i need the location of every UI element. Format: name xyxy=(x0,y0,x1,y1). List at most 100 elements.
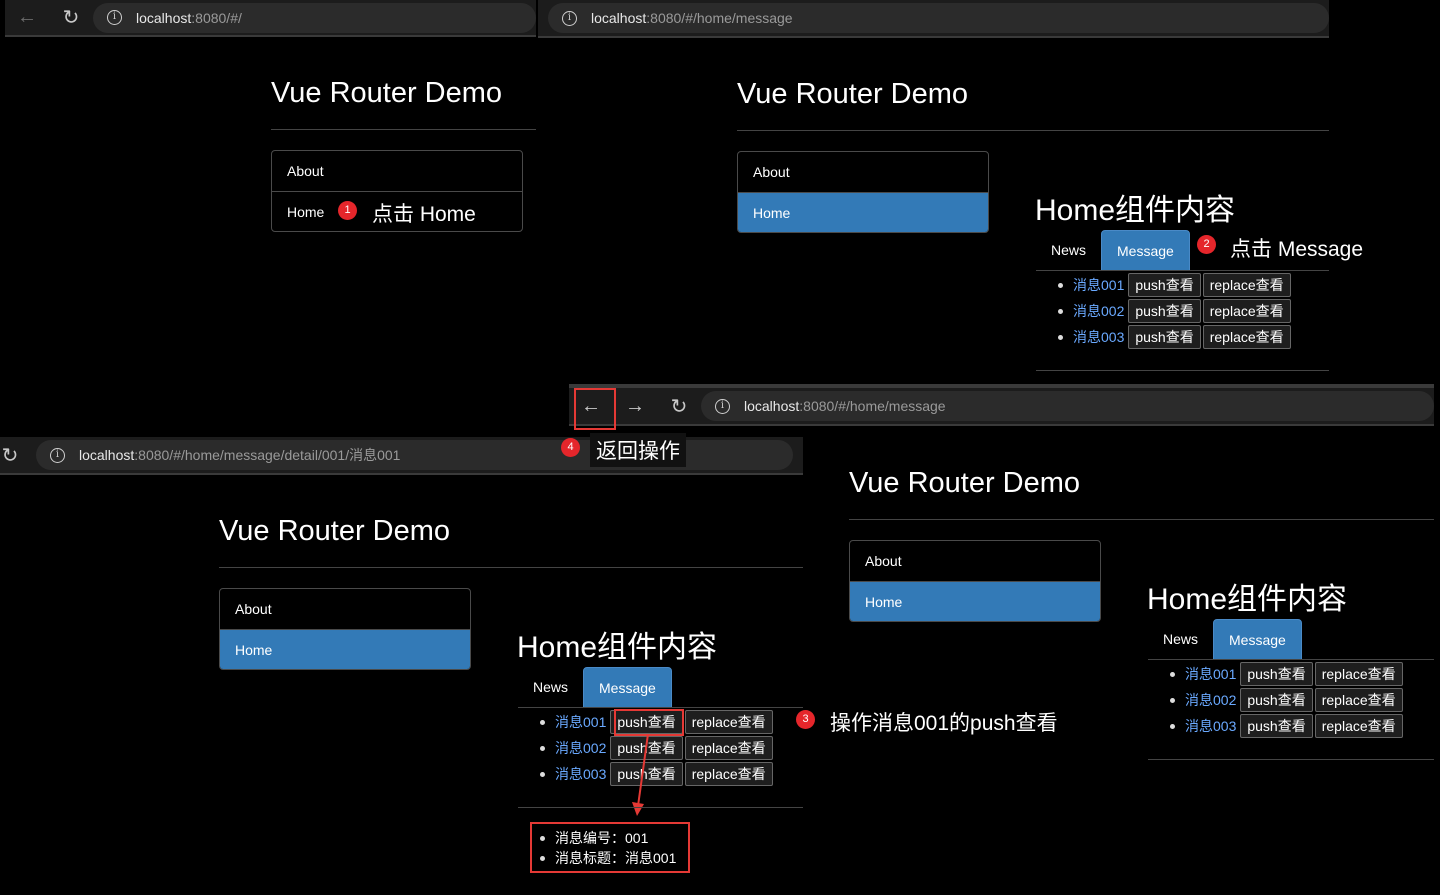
address-bar[interactable]: i localhost:8080/#/ xyxy=(93,2,536,33)
push-button[interactable]: push查看 xyxy=(1128,273,1201,297)
message-link[interactable]: 消息001 xyxy=(1073,275,1124,295)
back-highlight xyxy=(574,388,616,430)
nav-home[interactable]: Home xyxy=(220,629,470,669)
home-tabs: News Message xyxy=(518,667,672,708)
bullet xyxy=(540,745,545,751)
step-badge-3: 3 xyxy=(796,710,815,729)
replace-button[interactable]: replace查看 xyxy=(1202,325,1291,349)
bullet xyxy=(1170,723,1175,729)
replace-button[interactable]: replace查看 xyxy=(1202,273,1291,297)
message-link[interactable]: 消息002 xyxy=(1185,690,1236,710)
message-link[interactable]: 消息002 xyxy=(1073,301,1124,321)
reload-icon: ↻ xyxy=(62,7,80,29)
browser-bar-1: ← ↻ i localhost:8080/#/ xyxy=(5,0,536,37)
url-host: localhost xyxy=(591,10,647,26)
message-link[interactable]: 消息001 xyxy=(555,712,606,732)
info-icon: i xyxy=(50,447,65,463)
tab-news[interactable]: News xyxy=(1148,619,1213,660)
message-list: 消息001push查看replace查看 消息002push查看replace查… xyxy=(1053,272,1293,350)
replace-button[interactable]: replace查看 xyxy=(1314,688,1403,712)
tabs-divider xyxy=(1148,659,1434,660)
replace-button[interactable]: replace查看 xyxy=(684,762,773,786)
divider xyxy=(219,567,803,568)
back-button[interactable]: ← xyxy=(5,0,49,35)
replace-button[interactable]: replace查看 xyxy=(1202,299,1291,323)
nav-home[interactable]: Home xyxy=(850,581,1100,621)
page-title: Vue Router Demo xyxy=(849,467,1081,499)
content-divider xyxy=(1036,370,1329,371)
router-nav: About Home xyxy=(737,151,989,233)
replace-button[interactable]: replace查看 xyxy=(1314,662,1403,686)
url-host: localhost xyxy=(79,447,135,463)
detail-title: 消息标题：消息001 xyxy=(555,850,677,866)
nav-about[interactable]: About xyxy=(850,541,1100,581)
home-tabs: News Message xyxy=(1148,619,1302,660)
url-path: :8080/#/ xyxy=(191,9,242,26)
forward-button[interactable]: → xyxy=(613,388,657,424)
url-path: :8080/#/home/message xyxy=(799,398,946,414)
list-item: 消息003 push查看 replace查看 xyxy=(1053,324,1293,350)
detail-item: 消息编号：001 xyxy=(535,828,676,848)
message-link[interactable]: 消息003 xyxy=(555,764,606,784)
detail-list: 消息编号：001 消息标题：消息001 xyxy=(535,828,676,868)
replace-button[interactable]: replace查看 xyxy=(1314,714,1403,738)
detail-id: 消息编号：001 xyxy=(555,830,649,846)
reload-button[interactable]: ↻ xyxy=(657,388,701,424)
tab-message[interactable]: Message xyxy=(1101,230,1190,271)
reload-button[interactable]: ↻ xyxy=(0,437,20,473)
url-path: :8080/#/home/message/detail/001/消息001 xyxy=(134,447,401,463)
message-link[interactable]: 消息001 xyxy=(1185,664,1236,684)
message-link[interactable]: 消息003 xyxy=(1185,716,1236,736)
home-heading: Home组件内容 xyxy=(1147,583,1348,616)
page-title: Vue Router Demo xyxy=(271,77,503,109)
tab-message[interactable]: Message xyxy=(583,667,672,708)
tab-message[interactable]: Message xyxy=(1213,619,1302,660)
push-button[interactable]: push查看 xyxy=(1240,662,1313,686)
nav-about[interactable]: About xyxy=(272,151,522,191)
info-icon: i xyxy=(715,398,730,414)
browser-bar-2: i localhost:8080/#/home/message xyxy=(538,0,1329,38)
home-heading: Home组件内容 xyxy=(517,631,718,664)
content-divider xyxy=(518,807,803,808)
replace-button[interactable]: replace查看 xyxy=(684,736,773,760)
divider xyxy=(849,519,1434,520)
step-note-1: 点击 Home xyxy=(372,203,476,226)
url-path: :8080/#/home/message xyxy=(646,10,793,26)
message-link[interactable]: 消息003 xyxy=(1073,327,1124,347)
info-icon: i xyxy=(562,10,577,26)
nav-about[interactable]: About xyxy=(220,589,470,629)
reload-button[interactable]: ↻ xyxy=(49,0,93,35)
tab-news[interactable]: News xyxy=(1036,230,1101,271)
url-host: localhost xyxy=(744,398,800,414)
replace-button[interactable]: replace查看 xyxy=(684,710,773,734)
message-link[interactable]: 消息002 xyxy=(555,738,606,758)
content-divider xyxy=(1148,759,1434,760)
bullet xyxy=(540,855,545,861)
nav-about[interactable]: About xyxy=(738,152,988,192)
bullet xyxy=(1170,697,1175,703)
list-item: 消息003 push查看 replace查看 xyxy=(1165,713,1405,739)
step-note-3: 操作消息001的push查看 xyxy=(830,712,1058,735)
list-item: 消息001 push查看 replace查看 xyxy=(1165,661,1405,687)
push-button[interactable]: push查看 xyxy=(1240,688,1313,712)
push-button[interactable]: push查看 xyxy=(1128,299,1201,323)
step-badge-4: 4 xyxy=(561,438,580,457)
list-item: 消息002push查看replace查看 xyxy=(1165,687,1405,713)
step-note-2: 点击 Message xyxy=(1230,238,1364,261)
bullet xyxy=(1058,308,1063,314)
nav-home[interactable]: Home xyxy=(738,192,988,232)
push-button[interactable]: push查看 xyxy=(1128,325,1201,349)
divider xyxy=(737,130,1329,131)
bullet xyxy=(1058,334,1063,340)
bullet xyxy=(1170,671,1175,677)
tab-news[interactable]: News xyxy=(518,667,583,708)
reload-icon: ↻ xyxy=(1,444,19,467)
url-host: localhost xyxy=(136,9,192,26)
arrow-left-icon: ← xyxy=(17,6,37,28)
push-button[interactable]: push查看 xyxy=(1240,714,1313,738)
info-icon: i xyxy=(107,10,122,25)
page-title: Vue Router Demo xyxy=(737,78,969,110)
bullet xyxy=(1058,282,1063,288)
address-bar[interactable]: i localhost:8080/#/home/message xyxy=(548,3,1329,33)
address-bar[interactable]: i localhost:8080/#/home/message xyxy=(701,391,1434,421)
